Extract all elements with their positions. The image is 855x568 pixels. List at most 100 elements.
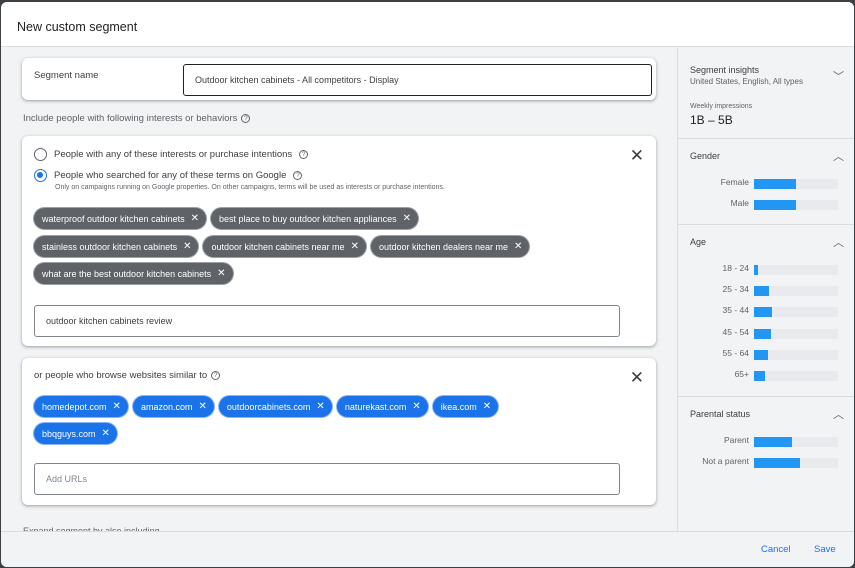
bar-track: [754, 458, 838, 468]
bar-track: [754, 179, 838, 189]
bar-label: Male: [730, 198, 749, 208]
bar-track: [754, 265, 838, 275]
website-chip[interactable]: ikea.com ✕: [432, 396, 499, 417]
parental-status-title: Parental status: [690, 409, 751, 419]
bar-row-age: 45 - 54: [678, 327, 854, 339]
bar-label: 65+: [734, 369, 749, 379]
bar-fill: [754, 200, 796, 210]
bar-fill: [754, 329, 771, 339]
chevron-up-icon[interactable]: ︿: [833, 234, 844, 250]
search-term-chip[interactable]: waterproof outdoor kitchen cabinets ✕: [34, 208, 206, 229]
bar-fill: [754, 265, 759, 275]
website-chip[interactable]: homedepot.com ✕: [34, 396, 128, 417]
radio-button-selected[interactable]: [34, 169, 47, 182]
chevron-up-icon[interactable]: ︿: [833, 406, 844, 422]
remove-chip-icon[interactable]: ✕: [483, 401, 491, 412]
chip-label: best place to buy outdoor kitchen applia…: [218, 213, 397, 224]
bar-fill: [754, 307, 773, 317]
segment-name-label: Segment name: [34, 70, 99, 81]
add-urls-input[interactable]: Add URLs: [34, 463, 620, 495]
remove-chip-icon[interactable]: ✕: [316, 401, 324, 412]
remove-chip-icon[interactable]: ✕: [113, 401, 121, 412]
website-chip[interactable]: outdoorcabinets.com ✕: [218, 396, 332, 417]
bar-row-age: 25 - 34: [678, 284, 854, 296]
cancel-button[interactable]: Cancel: [761, 544, 791, 555]
chip-label: what are the best outdoor kitchen cabine…: [42, 268, 212, 279]
help-icon[interactable]: ?: [293, 171, 303, 180]
remove-chip-icon[interactable]: ✕: [102, 428, 110, 439]
bar-label: Female: [720, 177, 749, 187]
insights-title: Segment insights: [690, 65, 760, 75]
website-chip[interactable]: bbqguys.com ✕: [34, 423, 117, 444]
parental-status-section: Parental status ︿ Parent Not a parent: [678, 397, 854, 531]
save-button[interactable]: Save: [814, 544, 836, 555]
bar-fill: [754, 286, 770, 296]
bar-label: Parent: [723, 435, 749, 445]
insights-subtitle: United States, English, All types: [690, 77, 803, 86]
remove-chip-icon[interactable]: ✕: [514, 241, 522, 252]
chevron-down-icon[interactable]: ﹀: [833, 68, 844, 84]
segment-name-card: Segment name Outdoor kitchen cabinets - …: [22, 58, 656, 100]
search-term-chips: what are the best outdoor kitchen cabine…: [34, 263, 634, 284]
chip-label: outdoor kitchen dealers near me: [378, 241, 509, 252]
new-custom-segment-dialog: New custom segment Segment name Outdoor …: [1, 2, 854, 567]
websites-card: or people who browse websites similar to…: [22, 358, 656, 505]
close-icon[interactable]: ✕: [630, 147, 644, 164]
bar-row-age: 18 - 24: [678, 263, 854, 275]
help-icon[interactable]: ?: [241, 114, 251, 123]
segment-insights-panel: Segment insights United States, English,…: [677, 48, 854, 531]
chip-label: waterproof outdoor kitchen cabinets: [42, 213, 185, 224]
remove-chip-icon[interactable]: ✕: [403, 213, 411, 224]
radio-button[interactable]: [34, 148, 47, 161]
age-section: Age ︿ 18 - 24 25 - 34 35 - 44 45 - 54 55…: [678, 225, 854, 397]
bar-fill: [754, 437, 792, 447]
bar-track: [754, 329, 838, 339]
radio-searched[interactable]: People who searched for any of these ter…: [34, 169, 303, 182]
bar-track: [754, 437, 838, 447]
dialog-footer: Cancel Save: [1, 531, 854, 567]
dialog-header: New custom segment: [1, 2, 854, 47]
chip-label: bbqguys.com: [42, 428, 96, 439]
bar-track: [754, 286, 838, 296]
remove-chip-icon[interactable]: ✕: [191, 213, 199, 224]
bar-row-parent: Parent: [678, 435, 854, 447]
close-icon[interactable]: ✕: [630, 369, 644, 386]
remove-chip-icon[interactable]: ✕: [351, 241, 359, 252]
bar-label: 25 - 34: [722, 284, 749, 294]
bar-row-male: Male: [678, 198, 854, 210]
help-icon[interactable]: ?: [299, 150, 309, 159]
radio-searched-label: People who searched for any of these ter…: [54, 170, 287, 181]
search-term-chip[interactable]: outdoor kitchen dealers near me ✕: [370, 236, 530, 257]
bar-row-age: 35 - 44: [678, 305, 854, 317]
chip-label: outdoorcabinets.com: [226, 401, 311, 412]
bar-row-age: 65+: [678, 369, 854, 381]
website-chips: homedepot.com ✕ amazon.com ✕ outdoorcabine…: [34, 396, 634, 417]
chevron-up-icon[interactable]: ︿: [833, 148, 844, 164]
bar-fill: [754, 179, 796, 189]
include-label: Include people with following interests …: [23, 113, 251, 124]
website-chip[interactable]: amazon.com ✕: [132, 396, 214, 417]
bar-row-female: Female: [678, 177, 854, 189]
remove-chip-icon[interactable]: ✕: [217, 268, 225, 279]
search-term-chip[interactable]: stainless outdoor kitchen cabinets ✕: [34, 236, 199, 257]
bar-fill: [754, 458, 801, 468]
help-icon[interactable]: ?: [211, 371, 221, 380]
search-term-chip[interactable]: best place to buy outdoor kitchen applia…: [210, 208, 418, 229]
chip-label: homedepot.com: [42, 401, 107, 412]
gender-section: Gender ︿ Female Male: [678, 139, 854, 225]
include-label-text: Include people with following interests …: [23, 113, 238, 124]
browse-websites-text: or people who browse websites similar to: [34, 370, 208, 381]
remove-chip-icon[interactable]: ✕: [183, 241, 191, 252]
segment-editor: Segment name Outdoor kitchen cabinets - …: [1, 48, 677, 531]
bar-row-not-parent: Not a parent: [678, 456, 854, 468]
radio-interests[interactable]: People with any of these interests or pu…: [34, 148, 309, 161]
search-term-chip[interactable]: what are the best outdoor kitchen cabine…: [34, 263, 233, 284]
search-term-input[interactable]: outdoor kitchen cabinets review: [34, 305, 620, 337]
remove-chip-icon[interactable]: ✕: [198, 401, 206, 412]
website-chip[interactable]: naturekast.com ✕: [336, 396, 428, 417]
segment-name-input[interactable]: Outdoor kitchen cabinets - All competito…: [183, 64, 652, 96]
bar-fill: [754, 371, 765, 381]
bar-fill: [754, 350, 769, 360]
remove-chip-icon[interactable]: ✕: [412, 401, 420, 412]
search-term-chip[interactable]: outdoor kitchen cabinets near me ✕: [203, 236, 366, 257]
